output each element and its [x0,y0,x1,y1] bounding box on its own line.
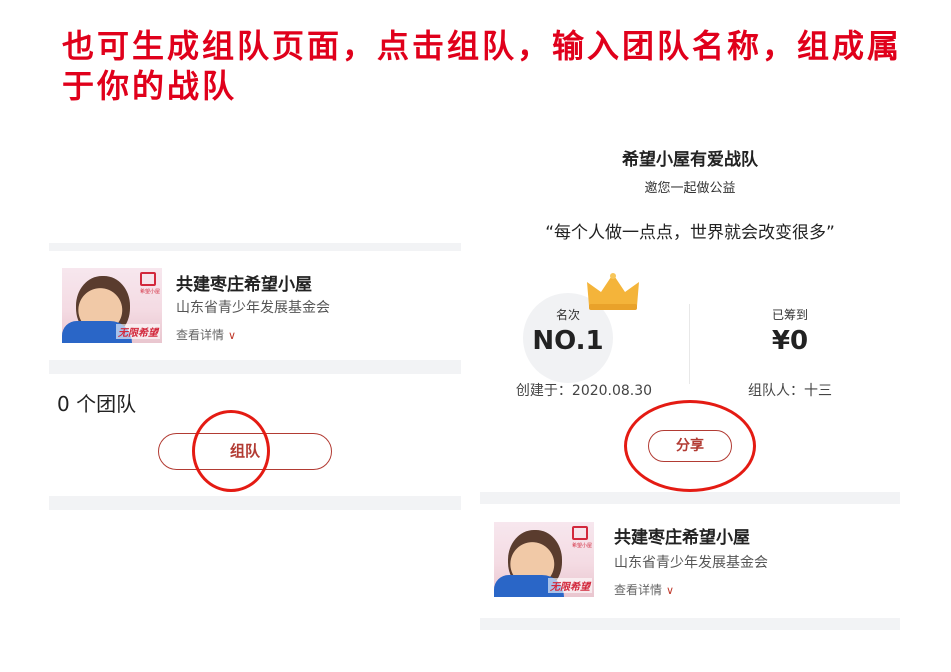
instruction-caption: 也可生成组队页面，点击组队，输入团队名称，组成属于你的战队 [62,27,903,105]
chevron-down-icon: ∨ [666,584,675,597]
project-thumbnail[interactable]: 希望小屋 无限希望 [62,268,162,343]
rank-label: 名次 [555,308,580,322]
raised-label: 已筹到 [771,308,808,322]
raised-value: ¥0 [771,326,809,356]
project-name[interactable]: 共建枣庄希望小屋 [176,270,312,295]
team-leader: 组队人：十三 [748,383,832,399]
thumb-house-label: 希望小屋 [571,543,592,549]
thumb-slogan: 无限希望 [116,324,160,339]
house-logo-icon [140,272,156,286]
rank-value: NO.1 [532,326,604,356]
annotation-circle [624,400,756,492]
thumb-house-label: 希望小屋 [139,289,160,295]
section-divider [480,618,900,630]
house-logo-icon [572,526,588,540]
created-date: 创建于：2020.08.30 [515,383,653,399]
invite-text: 邀您一起做公益 [644,181,736,196]
section-divider [49,496,461,510]
team-title: 希望小屋有爱战队 [622,150,758,170]
project-thumbnail[interactable]: 希望小屋 无限希望 [494,522,594,597]
project-details-link[interactable]: 查看详情 ∨ [614,581,674,598]
annotation-circle [192,410,270,492]
section-divider [49,360,461,374]
stats-divider [689,304,690,384]
section-divider [480,492,900,504]
project-org: 山东省青少年发展基金会 [614,555,768,571]
project-org: 山东省青少年发展基金会 [176,300,330,316]
chevron-down-icon: ∨ [228,329,237,342]
details-label: 查看详情 [614,583,663,597]
section-divider [49,243,461,251]
slogan-quote: “每个人做一点点，世界就会改变很多” [545,223,835,243]
team-count: 0 个团队 [57,392,137,416]
details-label: 查看详情 [176,328,225,342]
thumb-slogan: 无限希望 [548,578,592,593]
project-name[interactable]: 共建枣庄希望小屋 [614,523,750,548]
project-details-link[interactable]: 查看详情 ∨ [176,326,236,343]
